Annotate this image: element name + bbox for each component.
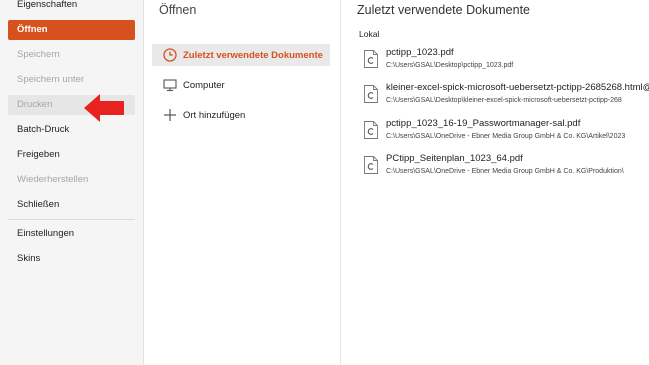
- pdf-file-icon: [364, 50, 378, 68]
- group-label: Lokal: [359, 29, 380, 39]
- option-label: Computer: [183, 79, 225, 91]
- sidebar-item-wiederherstellen[interactable]: Wiederherstellen: [8, 170, 135, 190]
- recent-documents-panel: Zuletzt verwendete Dokumente Lokal pctip…: [341, 0, 649, 365]
- backstage-sidebar: Eigenschaften Öffnen Speichern Speichern…: [0, 0, 144, 365]
- document-name: pctipp_1023.pdf: [386, 47, 454, 58]
- document-name: kleiner-excel-spick-microsoft-uebersetzt…: [386, 82, 649, 93]
- document-path: C:\Users\GSAL\OneDrive - Ebner Media Gro…: [386, 133, 626, 140]
- option-computer[interactable]: Computer: [152, 74, 330, 96]
- document-path: C:\Users\GSAL\Desktop\pctipp_1023.pdf: [386, 62, 514, 69]
- panel-title: Öffnen: [159, 3, 197, 17]
- document-path: C:\Users\GSAL\OneDrive - Ebner Media Gro…: [386, 168, 624, 175]
- monitor-icon: [163, 78, 177, 92]
- sidebar-item-skins[interactable]: Skins: [8, 249, 135, 269]
- option-recent-documents[interactable]: Zuletzt verwendete Dokumente: [152, 44, 330, 66]
- recent-title: Zuletzt verwendete Dokumente: [357, 3, 531, 17]
- red-arrow-icon: [84, 94, 124, 122]
- document-name: PCtipp_Seitenplan_1023_64.pdf: [386, 153, 523, 164]
- pdf-file-icon: [364, 156, 378, 174]
- plus-icon: [163, 108, 177, 122]
- sidebar-item-einstellungen[interactable]: Einstellungen: [8, 224, 135, 244]
- document-item[interactable]: kleiner-excel-spick-microsoft-uebersetzt…: [360, 81, 649, 111]
- sidebar-divider: [8, 219, 135, 220]
- document-path: C:\Users\GSAL\Desktop\kleiner-excel-spic…: [386, 97, 622, 104]
- option-label: Zuletzt verwendete Dokumente: [183, 49, 323, 61]
- option-add-location[interactable]: Ort hinzufügen: [152, 104, 330, 126]
- document-name: pctipp_1023_16-19_Passwortmanager-sal.pd…: [386, 118, 581, 129]
- open-options-panel: Öffnen Zuletzt verwendete Dokumente Comp…: [144, 0, 341, 365]
- sidebar-item-speichern-unter[interactable]: Speichern unter: [8, 70, 135, 90]
- document-item[interactable]: PCtipp_Seitenplan_1023_64.pdf C:\Users\G…: [360, 152, 649, 182]
- pdf-file-icon: [364, 121, 378, 139]
- sidebar-item-freigeben[interactable]: Freigeben: [8, 145, 135, 165]
- sidebar-item-batch-druck[interactable]: Batch-Druck: [8, 120, 135, 140]
- pdf-file-icon: [364, 85, 378, 103]
- clock-icon: [163, 48, 177, 62]
- document-item[interactable]: pctipp_1023_16-19_Passwortmanager-sal.pd…: [360, 117, 649, 147]
- option-label: Ort hinzufügen: [183, 109, 246, 121]
- sidebar-item-schliessen[interactable]: Schließen: [8, 195, 135, 215]
- document-item[interactable]: pctipp_1023.pdf C:\Users\GSAL\Desktop\pc…: [360, 46, 649, 76]
- sidebar-item-oeffnen[interactable]: Öffnen: [8, 20, 135, 40]
- sidebar-item-speichern[interactable]: Speichern: [8, 45, 135, 65]
- sidebar-item-eigenschaften[interactable]: Eigenschaften: [8, 0, 135, 15]
